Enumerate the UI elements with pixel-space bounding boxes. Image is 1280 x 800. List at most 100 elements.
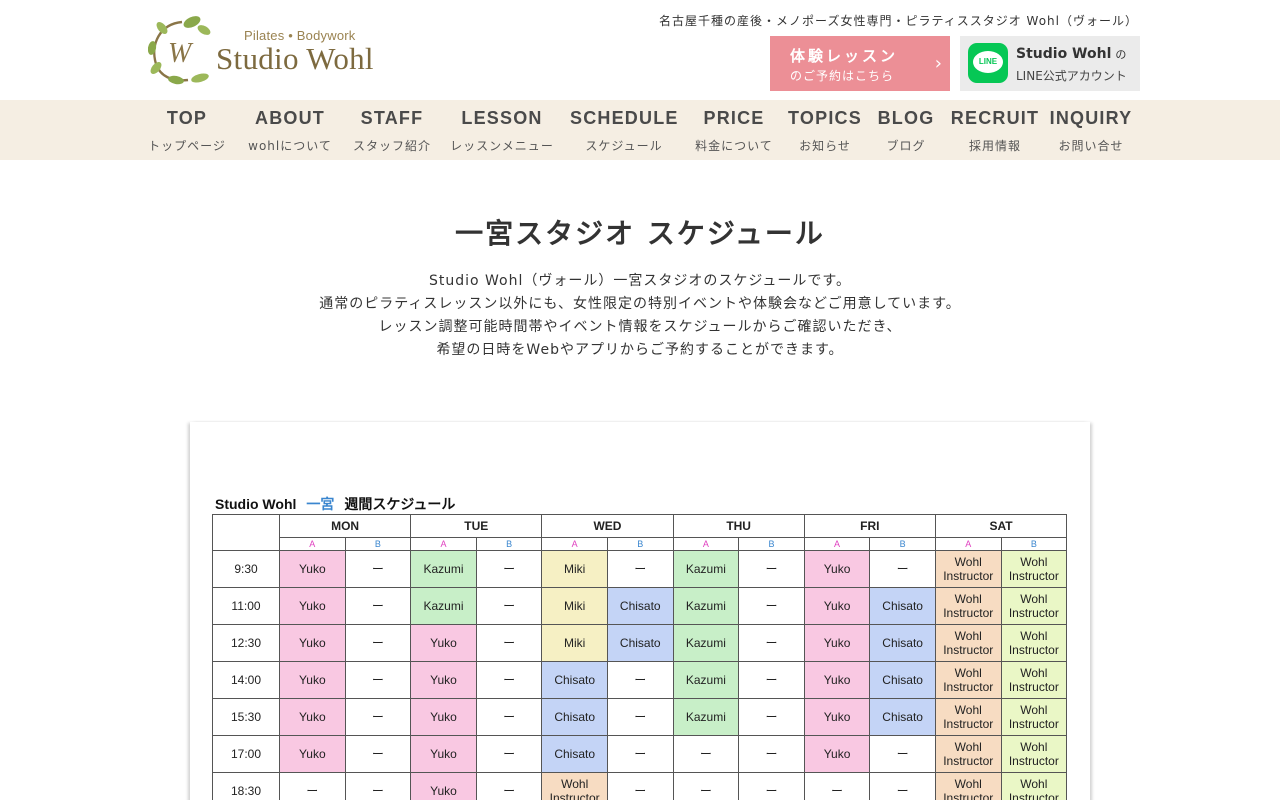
trial-lesson-button[interactable]: 体験レッスン のご予約はこちら › [770,36,950,91]
schedule-cell: ー [738,661,805,699]
column-a-label: A [410,537,477,551]
time-cell: 18:30 [212,772,280,800]
day-header-tue: TUE [410,514,543,538]
schedule-cell: ー [475,624,543,662]
nav-label-en: PRICE [703,108,765,128]
nav-label-en: SCHEDULE [570,108,679,128]
schedule-subtitle: 週間スケジュール [344,496,456,512]
schedule-cell: Kazumi [672,624,740,662]
nav-label-en: TOPICS [788,108,862,128]
schedule-cell: ー [606,735,674,773]
schedule-cell: ー [606,772,674,800]
schedule-cell: Yuko [410,661,477,699]
schedule-cell: ー [344,661,412,699]
schedule-cell: Yuko [803,661,871,699]
schedule-cell: Wohl Instructor [1000,772,1068,800]
schedule-cell: ー [738,587,805,625]
column-a-label: A [541,537,608,551]
column-a-label: A [279,537,346,551]
schedule-cell: Wohl Instructor [934,698,1002,736]
schedule-cell: Wohl Instructor [934,661,1002,699]
nav-item-staff[interactable]: STAFF スタッフ紹介 [350,100,434,160]
nav-label-en: BLOG [877,108,935,128]
schedule-table: MON TUE WED THU FRI SAT ABABABABABAB 9:30 Yuko… [212,514,1068,800]
nav-label-ja: 採用情報 [968,139,1021,153]
nav-item-recruit[interactable]: RECRUIT 採用情報 [950,100,1040,160]
nav-label-en: TOP [166,108,208,128]
schedule-cell: ー [344,735,412,773]
schedule-cell: Yuko [410,624,477,662]
nav-label-en: STAFF [360,108,424,128]
schedule-cell: ー [869,550,936,588]
schedule-cell: ー [475,772,543,800]
line-icon: LINE [968,43,1008,83]
schedule-cell: ー [738,772,805,800]
site-header: W Pilates • Bodywork Studio Wohl 名古屋千種の産… [0,0,1280,100]
nav-label-ja: トップページ [148,139,226,153]
nav-item-blog[interactable]: BLOG ブログ [875,100,937,160]
site-tagline: 名古屋千種の産後・メノポーズ女性専門・ピラティススタジオ Wohl（ヴォール） [659,14,1138,28]
schedule-cell: ー [606,550,674,588]
nav-label-ja: レッスンメニュー [450,139,554,153]
nav-label-ja: スタッフ紹介 [352,139,431,153]
column-b-label: B [606,537,674,551]
nav-label-ja: wohlについて [248,139,332,153]
time-cell: 11:00 [212,587,280,625]
nav-label-en: ABOUT [255,108,325,128]
nav-item-inquiry[interactable]: INQUIRY お問い合せ [1047,100,1135,160]
schedule-cell: Yuko [803,735,871,773]
schedule-cell: Kazumi [672,698,740,736]
nav-label-ja: ブログ [886,139,926,153]
schedule-row: 15:30 Yuko ー Yuko ー Chisato ー Kazumi ー Yuko Chisat… [212,698,1068,736]
nav-item-price[interactable]: PRICE 料金について [690,100,778,160]
schedule-cell: ー [869,735,936,773]
schedule-cell: ー [803,772,871,800]
time-cell: 17:00 [212,735,280,773]
schedule-cell: Miki [541,550,608,588]
trial-button-title: 体験レッスン [790,47,899,65]
column-a-label: A [803,537,871,551]
schedule-cell: Wohl Instructor [1000,698,1068,736]
schedule-cell: ー [672,735,740,773]
line-button-title: Studio Wohl の [1016,46,1127,62]
schedule-cell: ー [606,661,674,699]
time-cell: 15:30 [212,698,280,736]
site-logo[interactable]: W Pilates • Bodywork Studio Wohl [148,14,388,86]
nav-label-en: RECRUIT [950,108,1040,128]
schedule-studio-name: Studio Wohl [215,496,297,512]
nav-item-lesson[interactable]: LESSON レッスンメニュー [449,100,555,160]
schedule-title: Studio Wohl 一宮 週間スケジュール [215,494,455,514]
schedule-row: 12:30 Yuko ー Yuko ー Miki Chisato Kazumi ー Yuko Chi… [212,624,1068,662]
nav-label-en: LESSON [461,108,543,128]
schedule-cell: Wohl Instructor [934,624,1002,662]
intro-line: 通常のピラティスレッスン以外にも、女性限定の特別イベントや体験会などご用意してい… [319,296,961,312]
schedule-cell: Yuko [279,735,346,773]
schedule-cell: ー [606,698,674,736]
schedule-cell: Chisato [869,698,936,736]
schedule-cell: ー [344,587,412,625]
nav-item-schedule[interactable]: SCHEDULE スケジュール [570,100,678,160]
schedule-cell: Wohl Instructor [1000,735,1068,773]
schedule-cell: Kazumi [672,661,740,699]
schedule-cell: Chisato [869,661,936,699]
nav-label-ja: スケジュール [585,139,663,153]
schedule-cell: ー [344,698,412,736]
schedule-cell: Yuko [279,661,346,699]
line-account-button[interactable]: LINE Studio Wohl の LINE公式アカウント [960,36,1140,91]
page-title: 一宮スタジオ スケジュール [455,217,825,250]
schedule-cell: Kazumi [410,550,477,588]
nav-item-topics[interactable]: TOPICS お知らせ [787,100,863,160]
schedule-row: 17:00 Yuko ー Yuko ー Chisato ーーー Yuko ー Wohl Instru… [212,735,1068,773]
schedule-cell: ー [475,661,543,699]
schedule-location: 一宮 [306,496,335,512]
intro-text: Studio Wohl（ヴォール）一宮スタジオのスケジュールです。 通常のピラテ… [0,270,1280,362]
nav-item-about[interactable]: ABOUT wohlについて [243,100,337,160]
schedule-row: 14:00 Yuko ー Yuko ー Chisato ー Kazumi ー Yuko Chisat… [212,661,1068,699]
intro-line: レッスン調整可能時間帯やイベント情報をスケジュールからご確認いただき、 [378,319,902,335]
svg-text:W: W [168,38,194,69]
schedule-cell: ー [738,698,805,736]
schedule-cell: Chisato [606,624,674,662]
schedule-cell: ー [344,624,412,662]
day-header-wed: WED [541,514,674,538]
nav-item-top[interactable]: TOP トップページ [143,100,231,160]
